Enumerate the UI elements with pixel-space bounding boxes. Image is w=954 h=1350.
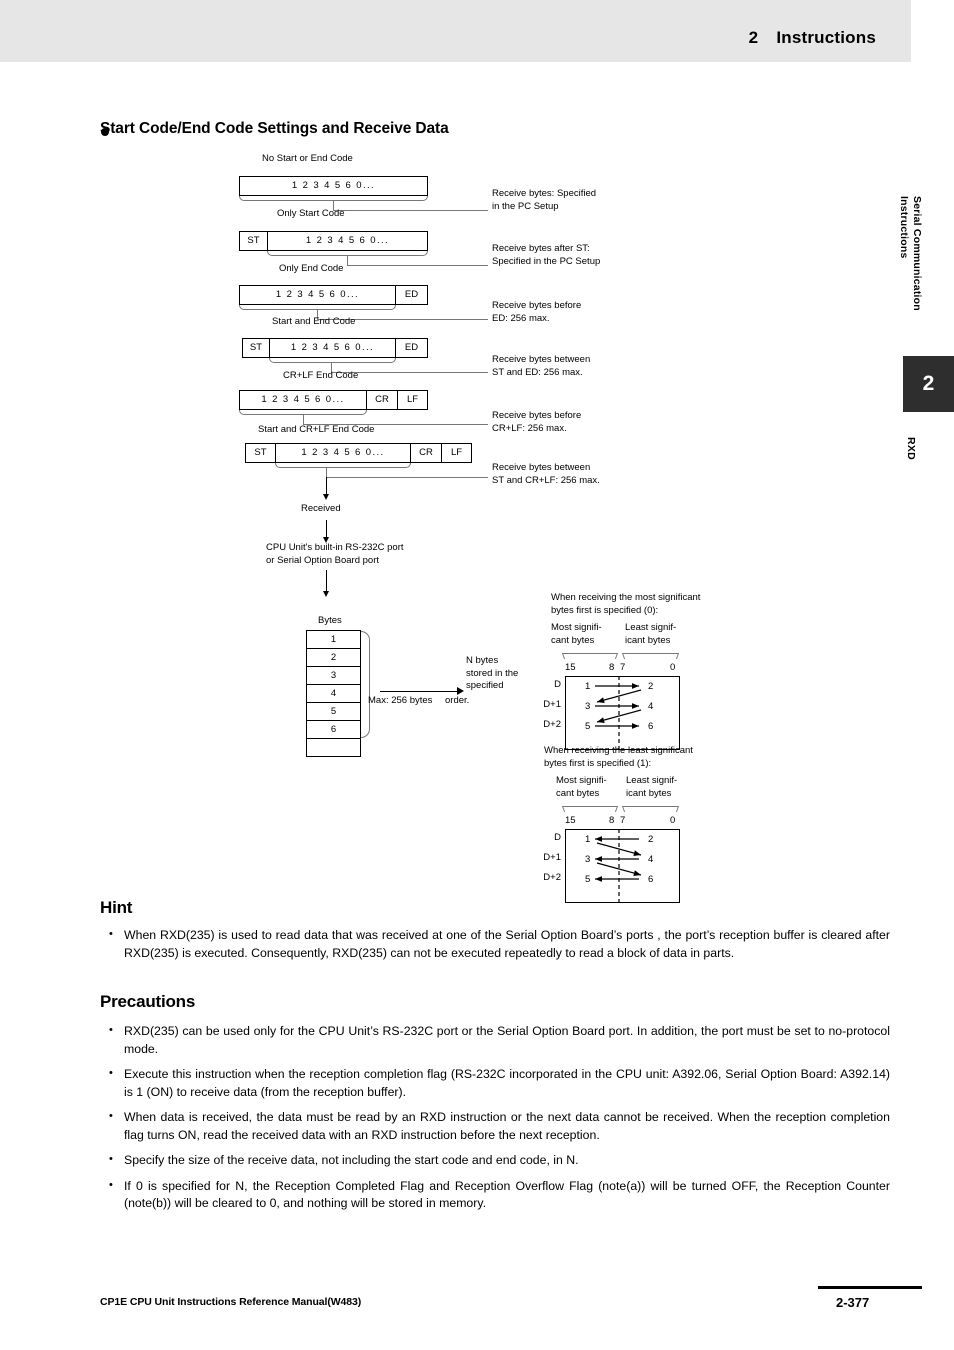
hint-list: When RXD(235) is used to read data that … <box>100 926 890 962</box>
precautions-list: RXD(235) can be used only for the CPU Un… <box>100 1022 890 1213</box>
footer-rule <box>818 1286 922 1289</box>
memory-map-title: When receiving the least significant byt… <box>544 745 693 770</box>
memory-map-lsb-label-line: Least signif- <box>626 775 678 786</box>
precautions-list-item: Specify the size of the receive data, no… <box>100 1151 890 1170</box>
memory-map-msb-label-line: cant bytes <box>556 787 600 799</box>
memory-map-lsb-label-line: icant bytes <box>626 787 672 799</box>
memory-map-title-line: bytes first is specified (1): <box>544 757 652 769</box>
hint-list-item: When RXD(235) is used to read data that … <box>100 926 890 962</box>
memory-map-address: D <box>554 832 561 843</box>
memory-map-bit-label: 15 <box>565 815 576 826</box>
memory-map-range-brace <box>623 806 678 807</box>
hint-section: Hint When RXD(235) is used to read data … <box>100 898 890 970</box>
memory-map-address: D+2 <box>543 872 561 883</box>
memory-map-bit-label: 8 <box>609 815 615 826</box>
memory-map-lsb-first: When receiving the least significant byt… <box>0 0 954 920</box>
precautions-section: Precautions RXD(235) can be used only fo… <box>100 992 890 1221</box>
hint-heading: Hint <box>100 898 133 917</box>
memory-map-title-line: When receiving the least significant <box>544 745 693 756</box>
memory-map-order-arrows-icon <box>595 829 642 903</box>
precautions-heading: Precautions <box>100 992 196 1011</box>
memory-map-bit-label: 7 <box>620 815 626 826</box>
precautions-list-item: If 0 is specified for N, the Reception C… <box>100 1177 890 1213</box>
memory-map-bit-label: 0 <box>670 815 676 826</box>
memory-map-range-brace <box>563 806 617 807</box>
memory-map-lsb-label: Least signif- icant bytes <box>626 775 677 800</box>
memory-map-address: D+1 <box>543 852 561 863</box>
precautions-list-item: RXD(235) can be used only for the CPU Un… <box>100 1022 890 1058</box>
footer-manual-title: CP1E CPU Unit Instructions Reference Man… <box>100 1296 362 1308</box>
memory-map-msb-label: Most signifi- cant bytes <box>556 775 607 800</box>
precautions-list-item: When data is received, the data must be … <box>100 1108 890 1144</box>
memory-map-msb-label-line: Most signifi- <box>556 775 607 786</box>
precautions-list-item: Execute this instruction when the recept… <box>100 1065 890 1101</box>
footer-page-number: 2-377 <box>836 1295 870 1310</box>
